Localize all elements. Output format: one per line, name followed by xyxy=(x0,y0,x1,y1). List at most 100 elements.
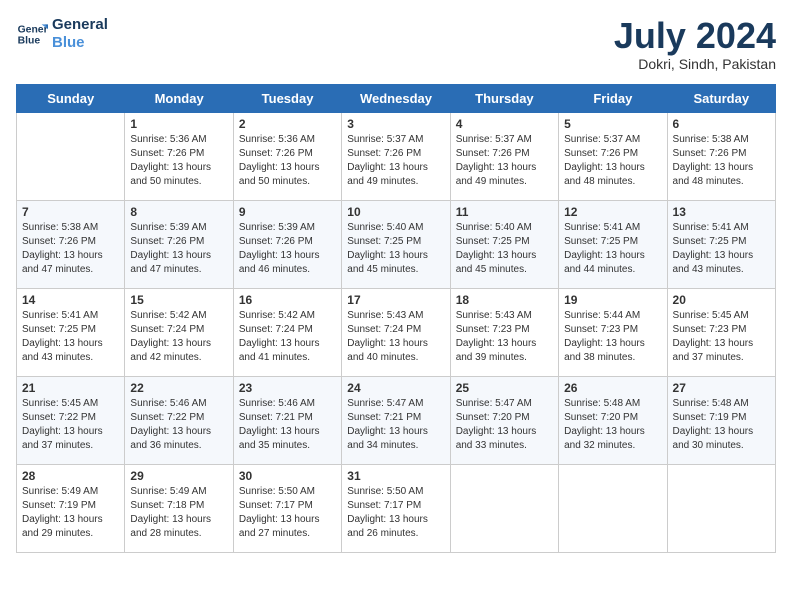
cell-info: Sunrise: 5:37 AM Sunset: 7:26 PM Dayligh… xyxy=(456,133,553,189)
cell-info: Sunrise: 5:46 AM Sunset: 7:21 PM Dayligh… xyxy=(239,397,336,453)
weekday-header: Wednesday xyxy=(342,84,450,112)
calendar-week-row: 1 Sunrise: 5:36 AM Sunset: 7:26 PM Daylig… xyxy=(17,112,776,200)
cell-info: Sunrise: 5:42 AM Sunset: 7:24 PM Dayligh… xyxy=(239,309,336,365)
day-number: 30 xyxy=(239,469,336,483)
day-number: 3 xyxy=(347,117,444,131)
calendar-cell: 17Sunrise: 5:43 AM Sunset: 7:24 PM Dayli… xyxy=(342,288,450,376)
calendar-cell: 11 Sunrise: 5:40 AM Sunset: 7:25 PM Dayli… xyxy=(450,200,558,288)
weekday-header: Saturday xyxy=(667,84,775,112)
cell-info: Sunrise: 5:41 AM Sunset: 7:25 PM Dayligh… xyxy=(564,221,661,277)
day-number: 15 xyxy=(130,293,227,307)
calendar-cell: 30 Sunrise: 5:50 AM Sunset: 7:17 PM Dayli… xyxy=(233,464,341,552)
calendar-cell: 24Sunrise: 5:47 AM Sunset: 7:21 PM Dayli… xyxy=(342,376,450,464)
calendar-cell: 1 Sunrise: 5:36 AM Sunset: 7:26 PM Daylig… xyxy=(125,112,233,200)
logo-line1: General xyxy=(52,16,108,34)
cell-info: Sunrise: 5:49 AM Sunset: 7:18 PM Dayligh… xyxy=(130,485,227,541)
calendar-cell: 15Sunrise: 5:42 AM Sunset: 7:24 PM Dayli… xyxy=(125,288,233,376)
day-number: 19 xyxy=(564,293,661,307)
weekday-header: Monday xyxy=(125,84,233,112)
page-header: General Blue General Blue July 2024 Dokr… xyxy=(16,16,776,72)
day-number: 13 xyxy=(673,205,770,219)
calendar-cell: 31 Sunrise: 5:50 AM Sunset: 7:17 PM Dayli… xyxy=(342,464,450,552)
title-block: July 2024 Dokri, Sindh, Pakistan xyxy=(614,16,776,72)
cell-info: Sunrise: 5:43 AM Sunset: 7:24 PM Dayligh… xyxy=(347,309,444,365)
weekday-header: Tuesday xyxy=(233,84,341,112)
cell-info: Sunrise: 5:50 AM Sunset: 7:17 PM Dayligh… xyxy=(239,485,336,541)
logo: General Blue General Blue xyxy=(16,16,108,52)
calendar-table: SundayMondayTuesdayWednesdayThursdayFrid… xyxy=(16,84,776,553)
calendar-cell: 27 Sunrise: 5:48 AM Sunset: 7:19 PM Dayli… xyxy=(667,376,775,464)
cell-info: Sunrise: 5:40 AM Sunset: 7:25 PM Dayligh… xyxy=(456,221,553,277)
cell-info: Sunrise: 5:41 AM Sunset: 7:25 PM Dayligh… xyxy=(673,221,770,277)
day-number: 16 xyxy=(239,293,336,307)
cell-info: Sunrise: 5:40 AM Sunset: 7:25 PM Dayligh… xyxy=(347,221,444,277)
cell-info: Sunrise: 5:41 AM Sunset: 7:25 PM Dayligh… xyxy=(22,309,119,365)
calendar-week-row: 7Sunrise: 5:38 AM Sunset: 7:26 PM Daylig… xyxy=(17,200,776,288)
calendar-cell: 29Sunrise: 5:49 AM Sunset: 7:18 PM Dayli… xyxy=(125,464,233,552)
day-number: 31 xyxy=(347,469,444,483)
day-number: 14 xyxy=(22,293,119,307)
cell-info: Sunrise: 5:37 AM Sunset: 7:26 PM Dayligh… xyxy=(347,133,444,189)
logo-icon: General Blue xyxy=(16,18,48,50)
cell-info: Sunrise: 5:45 AM Sunset: 7:22 PM Dayligh… xyxy=(22,397,119,453)
calendar-cell: 13 Sunrise: 5:41 AM Sunset: 7:25 PM Dayli… xyxy=(667,200,775,288)
day-number: 4 xyxy=(456,117,553,131)
calendar-cell: 26 Sunrise: 5:48 AM Sunset: 7:20 PM Dayli… xyxy=(559,376,667,464)
calendar-cell: 3 Sunrise: 5:37 AM Sunset: 7:26 PM Daylig… xyxy=(342,112,450,200)
calendar-cell xyxy=(17,112,125,200)
cell-info: Sunrise: 5:38 AM Sunset: 7:26 PM Dayligh… xyxy=(22,221,119,277)
day-number: 2 xyxy=(239,117,336,131)
day-number: 8 xyxy=(130,205,227,219)
day-number: 23 xyxy=(239,381,336,395)
calendar-cell: 16 Sunrise: 5:42 AM Sunset: 7:24 PM Dayli… xyxy=(233,288,341,376)
cell-info: Sunrise: 5:49 AM Sunset: 7:19 PM Dayligh… xyxy=(22,485,119,541)
calendar-cell xyxy=(559,464,667,552)
calendar-cell: 7Sunrise: 5:38 AM Sunset: 7:26 PM Daylig… xyxy=(17,200,125,288)
calendar-cell: 5Sunrise: 5:37 AM Sunset: 7:26 PM Daylig… xyxy=(559,112,667,200)
day-number: 11 xyxy=(456,205,553,219)
cell-info: Sunrise: 5:38 AM Sunset: 7:26 PM Dayligh… xyxy=(673,133,770,189)
weekday-header: Sunday xyxy=(17,84,125,112)
calendar-cell: 22 Sunrise: 5:46 AM Sunset: 7:22 PM Dayli… xyxy=(125,376,233,464)
calendar-cell: 23 Sunrise: 5:46 AM Sunset: 7:21 PM Dayli… xyxy=(233,376,341,464)
cell-info: Sunrise: 5:36 AM Sunset: 7:26 PM Dayligh… xyxy=(239,133,336,189)
day-number: 27 xyxy=(673,381,770,395)
calendar-cell: 19Sunrise: 5:44 AM Sunset: 7:23 PM Dayli… xyxy=(559,288,667,376)
calendar-cell: 20 Sunrise: 5:45 AM Sunset: 7:23 PM Dayli… xyxy=(667,288,775,376)
day-number: 5 xyxy=(564,117,661,131)
cell-info: Sunrise: 5:48 AM Sunset: 7:20 PM Dayligh… xyxy=(564,397,661,453)
day-number: 26 xyxy=(564,381,661,395)
calendar-cell: 12Sunrise: 5:41 AM Sunset: 7:25 PM Dayli… xyxy=(559,200,667,288)
cell-info: Sunrise: 5:47 AM Sunset: 7:20 PM Dayligh… xyxy=(456,397,553,453)
day-number: 1 xyxy=(130,117,227,131)
cell-info: Sunrise: 5:46 AM Sunset: 7:22 PM Dayligh… xyxy=(130,397,227,453)
cell-info: Sunrise: 5:48 AM Sunset: 7:19 PM Dayligh… xyxy=(673,397,770,453)
weekday-header: Thursday xyxy=(450,84,558,112)
day-number: 28 xyxy=(22,469,119,483)
svg-text:Blue: Blue xyxy=(18,36,41,47)
calendar-cell xyxy=(450,464,558,552)
svg-text:General: General xyxy=(18,24,48,35)
day-number: 20 xyxy=(673,293,770,307)
calendar-cell: 2 Sunrise: 5:36 AM Sunset: 7:26 PM Daylig… xyxy=(233,112,341,200)
cell-info: Sunrise: 5:39 AM Sunset: 7:26 PM Dayligh… xyxy=(239,221,336,277)
calendar-week-row: 21 Sunrise: 5:45 AM Sunset: 7:22 PM Dayli… xyxy=(17,376,776,464)
calendar-cell: 6Sunrise: 5:38 AM Sunset: 7:26 PM Daylig… xyxy=(667,112,775,200)
day-number: 22 xyxy=(130,381,227,395)
cell-info: Sunrise: 5:43 AM Sunset: 7:23 PM Dayligh… xyxy=(456,309,553,365)
cell-info: Sunrise: 5:39 AM Sunset: 7:26 PM Dayligh… xyxy=(130,221,227,277)
day-number: 10 xyxy=(347,205,444,219)
calendar-cell: 8 Sunrise: 5:39 AM Sunset: 7:26 PM Daylig… xyxy=(125,200,233,288)
day-number: 24 xyxy=(347,381,444,395)
day-number: 25 xyxy=(456,381,553,395)
calendar-cell: 21 Sunrise: 5:45 AM Sunset: 7:22 PM Dayli… xyxy=(17,376,125,464)
calendar-week-row: 28 Sunrise: 5:49 AM Sunset: 7:19 PM Dayli… xyxy=(17,464,776,552)
cell-info: Sunrise: 5:45 AM Sunset: 7:23 PM Dayligh… xyxy=(673,309,770,365)
calendar-week-row: 14 Sunrise: 5:41 AM Sunset: 7:25 PM Dayli… xyxy=(17,288,776,376)
cell-info: Sunrise: 5:36 AM Sunset: 7:26 PM Dayligh… xyxy=(130,133,227,189)
day-number: 18 xyxy=(456,293,553,307)
calendar-cell: 18 Sunrise: 5:43 AM Sunset: 7:23 PM Dayli… xyxy=(450,288,558,376)
day-number: 21 xyxy=(22,381,119,395)
weekday-header: Friday xyxy=(559,84,667,112)
cell-info: Sunrise: 5:50 AM Sunset: 7:17 PM Dayligh… xyxy=(347,485,444,541)
